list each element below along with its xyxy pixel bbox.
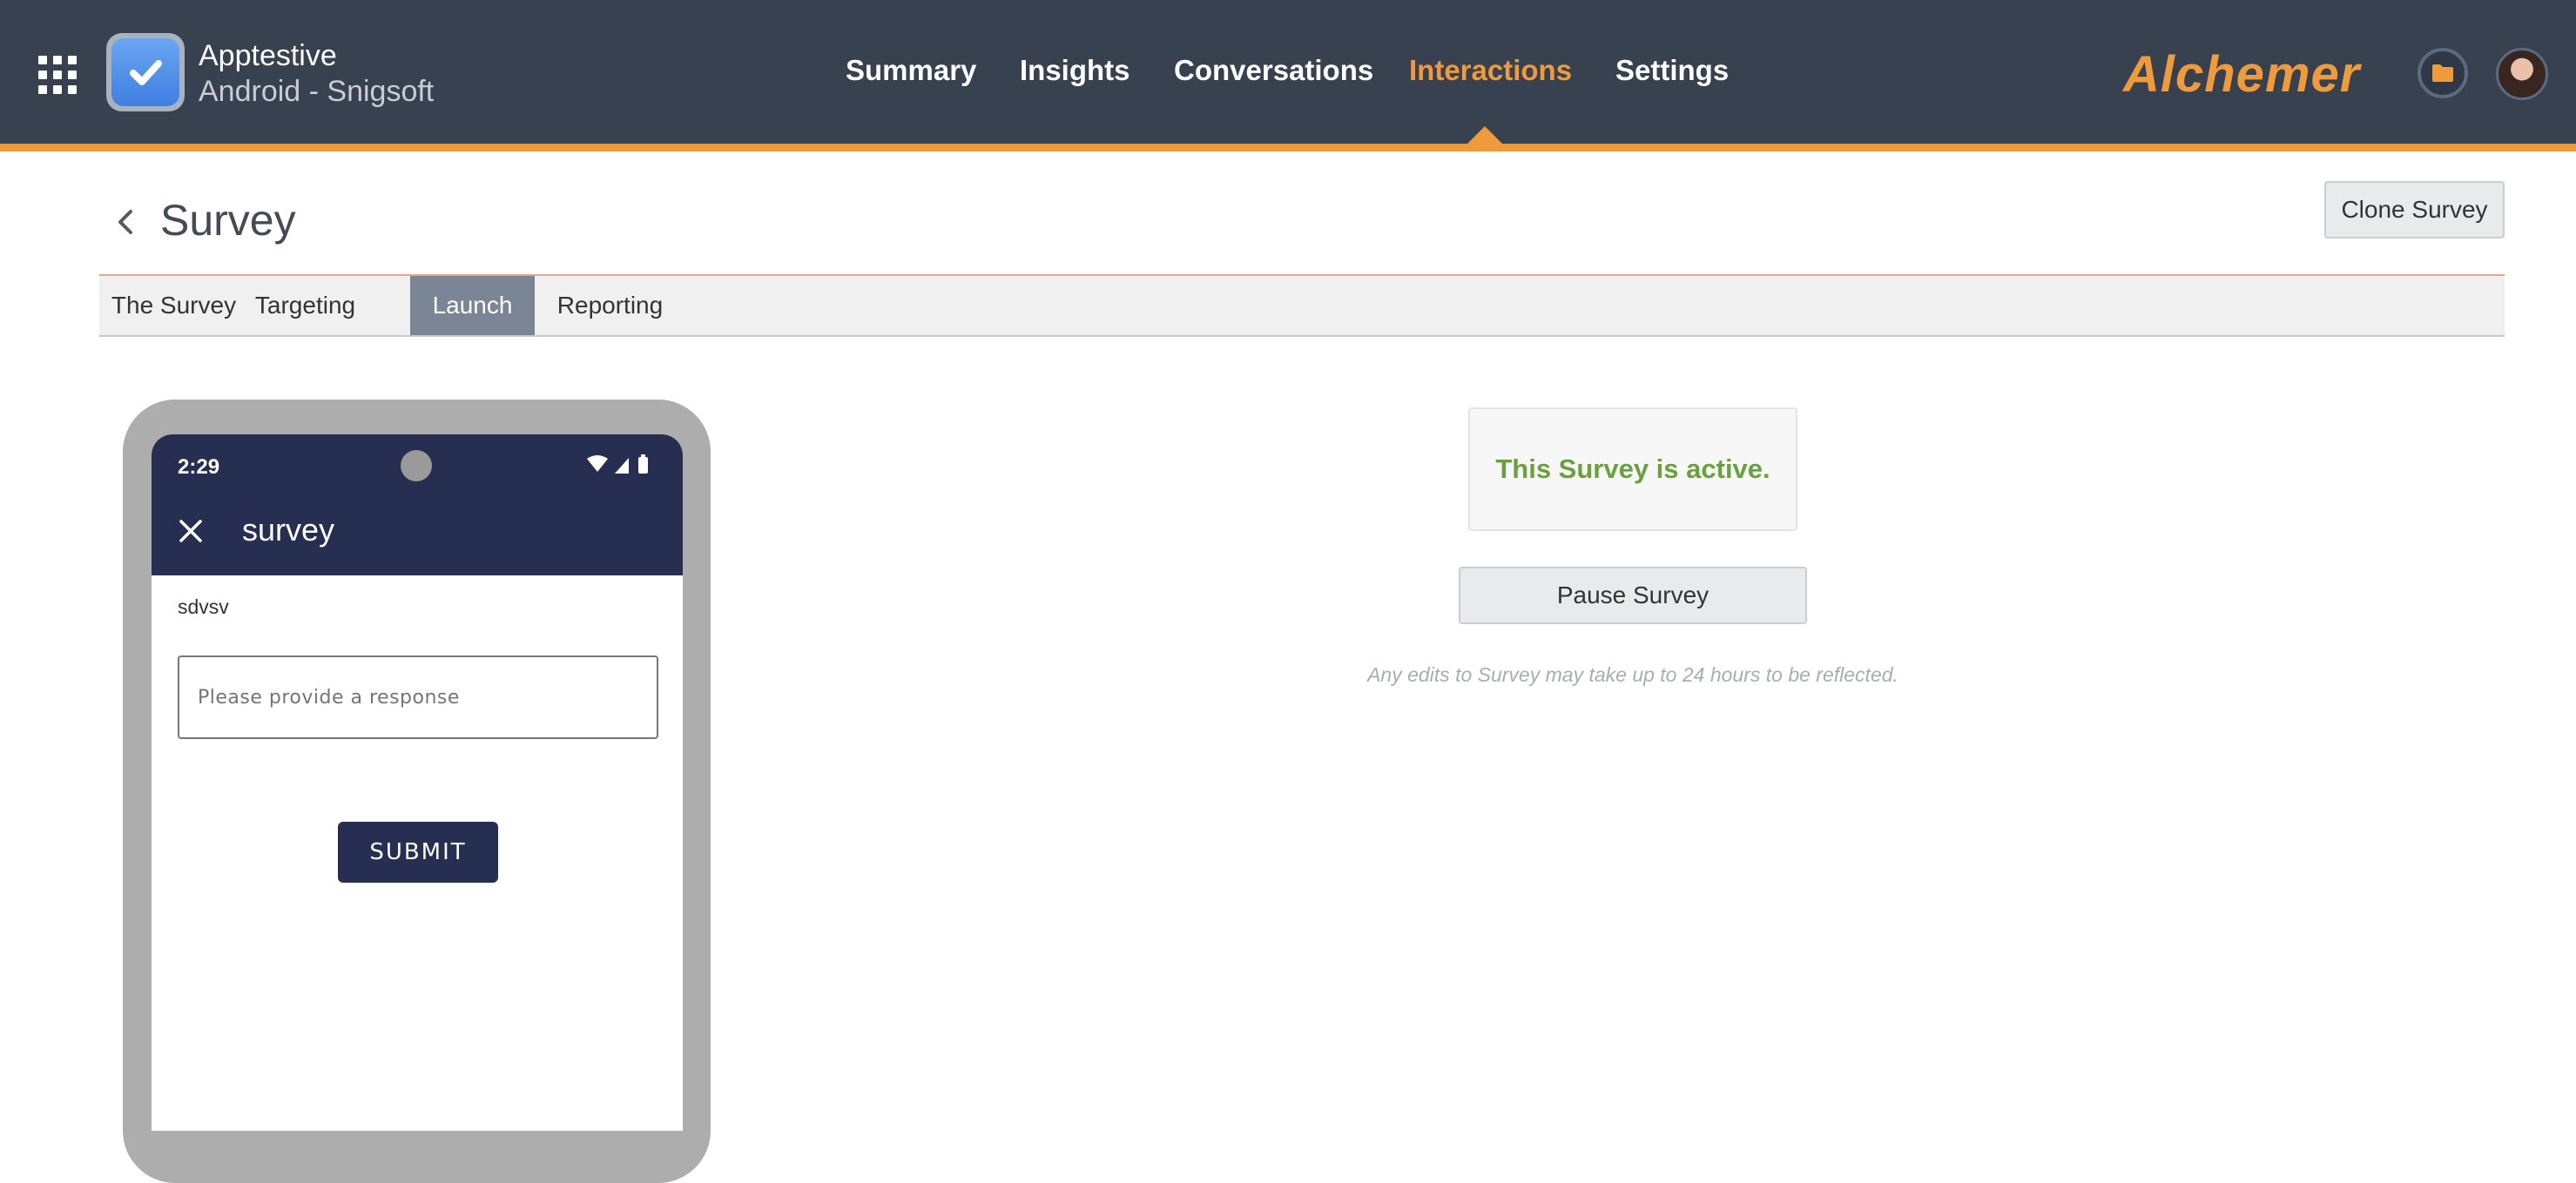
status-icons <box>587 454 648 474</box>
clone-survey-button[interactable]: Clone Survey <box>2324 181 2505 239</box>
brand-logo: Alchemer <box>2123 46 2361 103</box>
apps-grid-icon[interactable] <box>38 56 77 94</box>
nav-insights[interactable]: Insights <box>1020 54 1130 87</box>
nav-summary[interactable]: Summary <box>846 54 976 87</box>
user-avatar[interactable] <box>2496 48 2548 100</box>
chevron-left-icon[interactable] <box>113 206 138 238</box>
nav-settings[interactable]: Settings <box>1615 54 1729 87</box>
app-name: Apptestive <box>199 39 337 72</box>
phone-clock: 2:29 <box>178 455 220 479</box>
nav-conversations[interactable]: Conversations <box>1174 54 1373 87</box>
tab-bar: The Survey Targeting Launch Reporting <box>99 276 2505 337</box>
survey-question: sdvsv <box>178 595 229 618</box>
app-platform-name: Android - Snigsoft <box>199 75 435 108</box>
tab-launch[interactable]: Launch <box>410 276 535 335</box>
submit-button[interactable]: SUBMIT <box>338 822 498 883</box>
edit-delay-note: Any edits to Survey may take up to 24 ho… <box>1367 663 1898 686</box>
page-title: Survey <box>160 196 296 245</box>
survey-status-message: This Survey is active. <box>1495 454 1770 484</box>
phone-status-bar: 2:29 <box>152 434 683 488</box>
folder-button[interactable] <box>2418 48 2468 98</box>
tab-the-survey[interactable]: The Survey <box>99 276 248 335</box>
survey-preview-title: survey <box>242 512 335 548</box>
phone-screen: 2:29 survey sdvsv SUBMIT <box>152 434 683 1131</box>
tab-targeting[interactable]: Targeting <box>248 276 362 335</box>
app-icon[interactable] <box>106 33 185 111</box>
checkmark-icon <box>111 38 179 106</box>
response-input[interactable] <box>178 655 658 739</box>
active-nav-indicator <box>1467 126 1502 144</box>
nav-interactions[interactable]: Interactions <box>1409 54 1572 87</box>
survey-status-box: This Survey is active. <box>1468 407 1797 531</box>
pause-survey-button[interactable]: Pause Survey <box>1459 567 1807 624</box>
survey-app-bar: survey <box>152 488 683 575</box>
folder-icon <box>2432 64 2453 82</box>
nav-accent-line <box>0 144 2576 151</box>
close-icon[interactable] <box>178 518 204 544</box>
camera-cutout <box>401 450 432 481</box>
tab-reporting[interactable]: Reporting <box>535 276 685 335</box>
